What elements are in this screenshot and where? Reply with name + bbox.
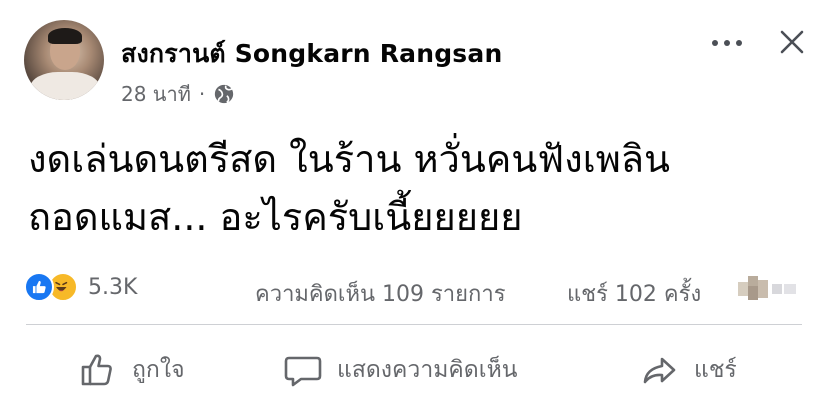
author-avatar[interactable] <box>24 20 104 100</box>
globe-icon[interactable] <box>213 83 235 105</box>
reactions-summary[interactable]: 5.3K <box>24 272 137 302</box>
blur-pixel <box>748 276 758 286</box>
post-time[interactable]: 28 นาที <box>121 78 191 110</box>
like-reaction-icon <box>24 272 54 302</box>
post-stats: 5.3K ความคิดเห็น 109 รายการ แชร์ 102 ครั… <box>0 270 828 310</box>
like-label: ถูกใจ <box>132 357 185 383</box>
share-button[interactable]: แชร์ <box>640 348 737 392</box>
avatar-hair <box>48 28 82 44</box>
shares-count[interactable]: แชร์ 102 ครั้ง <box>567 276 701 311</box>
close-icon[interactable] <box>776 26 808 58</box>
post-text-line: ถอดแมส... อะไรครับเนี้ยยยยย <box>28 195 523 239</box>
blur-pixel <box>748 286 758 300</box>
reaction-count: 5.3K <box>88 274 138 300</box>
like-button[interactable]: ถูกใจ <box>78 348 185 392</box>
blur-pixel <box>784 284 796 294</box>
share-label: แชร์ <box>694 357 737 383</box>
facebook-post: สงกรานต์ Songkarn Rangsan 28 นาที · งดเล… <box>0 0 828 409</box>
more-dot-icon <box>712 40 718 46</box>
stats-divider <box>26 324 802 325</box>
more-dot-icon <box>724 40 730 46</box>
meta-separator: · <box>198 82 206 106</box>
more-dot-icon <box>736 40 742 46</box>
avatar-shirt <box>30 72 100 100</box>
post-meta: 28 นาที · <box>121 78 235 110</box>
post-actions: ถูกใจ แสดงความคิดเห็น แชร์ <box>0 340 828 400</box>
comment-label: แสดงความคิดเห็น <box>337 357 518 383</box>
post-text: งดเล่นดนตรีสด ในร้าน หวั่นคนฟังเพลิน ถอด… <box>28 130 818 246</box>
sharer-avatars[interactable] <box>738 274 800 304</box>
comment-bubble-icon <box>284 356 322 387</box>
blur-pixel <box>738 282 748 296</box>
blur-pixel <box>772 284 782 294</box>
blur-pixel <box>758 280 768 298</box>
comments-count[interactable]: ความคิดเห็น 109 รายการ <box>255 276 506 311</box>
post-text-line: งดเล่นดนตรีสด ในร้าน หวั่นคนฟังเพลิน <box>28 137 671 181</box>
thumbs-up-icon <box>81 354 112 386</box>
more-options-button[interactable] <box>705 28 749 58</box>
comment-button[interactable]: แสดงความคิดเห็น <box>283 348 517 392</box>
share-arrow-icon <box>643 357 676 384</box>
author-name[interactable]: สงกรานต์ Songkarn Rangsan <box>121 34 502 74</box>
